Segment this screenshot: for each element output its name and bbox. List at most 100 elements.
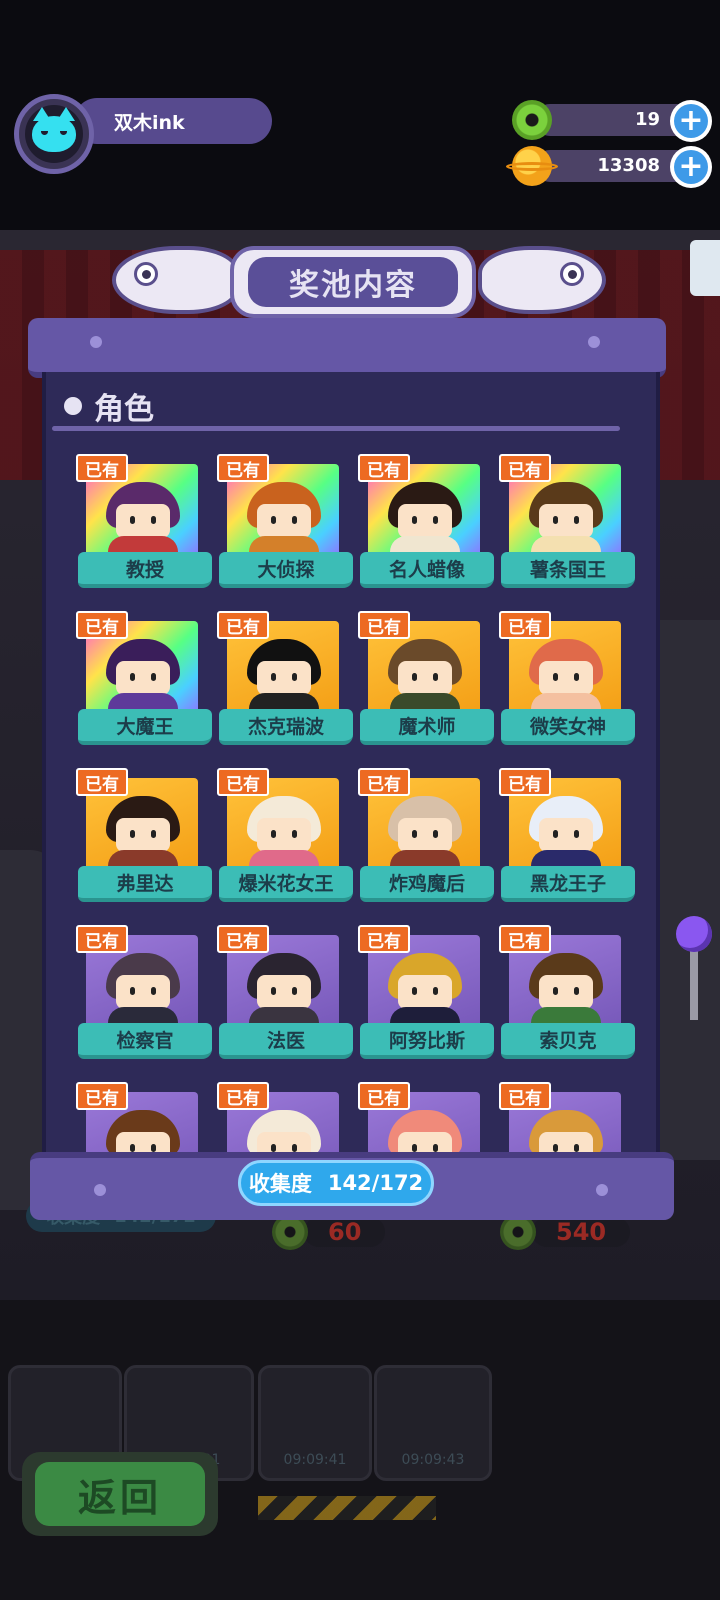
character-card[interactable]: 已有 爆米花女王 [217,766,353,906]
owned-badge: 已有 [499,1082,551,1110]
owned-badge: 已有 [499,925,551,953]
owned-badge: 已有 [76,454,128,482]
character-face [539,661,593,695]
collection-progress: 收集度 142/172 [238,1160,434,1206]
user-profile[interactable]: 双木ink [14,94,272,174]
character-card[interactable]: 已有 阿努比斯 [358,923,494,1063]
character-card[interactable]: 已有 弗里达 [76,766,212,906]
character-card[interactable]: 已有 名人蜡像 [358,452,494,592]
add-coin-button[interactable]: + [670,146,712,188]
character-name: 大魔王 [78,709,212,745]
character-face [257,661,311,695]
hazard-stripe [258,1496,436,1520]
character-face [116,504,170,538]
character-card[interactable]: 已有 检察官 [76,923,212,1063]
side-ticket-icon [690,240,720,296]
character-card[interactable]: 已有 魔术师 [358,609,494,749]
owned-badge: 已有 [358,1082,410,1110]
character-face [398,818,452,852]
character-face [257,504,311,538]
owned-badge: 已有 [217,454,269,482]
character-name: 大侦探 [219,552,353,588]
character-name: 魔术师 [360,709,494,745]
character-face [398,661,452,695]
character-name: 黑龙王子 [501,866,635,902]
panel-title: 奖池内容 [248,257,458,307]
character-card[interactable]: 已有 薯条国王 [499,452,635,592]
character-face [116,1132,170,1154]
character-card[interactable]: 已有 黑龙王子 [499,766,635,906]
section-divider [52,426,620,431]
owned-badge: 已有 [76,1082,128,1110]
character-name: 炸鸡魔后 [360,866,494,902]
character-card[interactable]: 已有 大侦探 [217,452,353,592]
character-face [539,1132,593,1154]
character-name: 阿努比斯 [360,1023,494,1059]
panel-header [28,318,666,378]
character-name: 法医 [219,1023,353,1059]
character-face [398,1132,452,1154]
character-card[interactable]: 已有 教授 [76,452,212,592]
character-card[interactable]: 已有 索贝克 [499,923,635,1063]
owned-badge: 已有 [358,454,410,482]
character-name: 教授 [78,552,212,588]
avatar[interactable] [14,94,94,174]
character-name: 检察官 [78,1023,212,1059]
background-slot-3: 09:09:41 [258,1365,372,1481]
owned-badge: 已有 [358,925,410,953]
character-card[interactable]: 已有 [358,1080,488,1154]
section-title: 角色 [64,384,154,428]
character-face [116,661,170,695]
character-face [398,504,452,538]
owned-badge: 已有 [499,454,551,482]
cyan-cat-icon [32,107,76,152]
prize-pool-scroll-area[interactable]: 角色 已有 教授 已有 大侦探 已有 名人蜡像 已有 薯条国王 已有 大魔王 已有 杰克瑞波 已有 魔术师… [42,372,660,1154]
owned-badge: 已有 [358,768,410,796]
character-card[interactable]: 已有 法医 [217,923,353,1063]
character-card[interactable]: 已有 [499,1080,629,1154]
character-card[interactable]: 已有 大魔王 [76,609,212,749]
character-card[interactable]: 已有 微笑女神 [499,609,635,749]
green-donut-icon [512,100,552,140]
owned-badge: 已有 [217,768,269,796]
character-face [539,818,593,852]
character-card[interactable]: 已有 [76,1080,206,1154]
background-slot-4: 09:09:43 [374,1365,492,1481]
back-button[interactable]: 返回 [22,1452,218,1536]
plus-icon: + [674,104,708,138]
donut-count: 19 [634,109,660,130]
character-face [116,975,170,1009]
owned-badge: 已有 [217,611,269,639]
character-name: 索贝克 [501,1023,635,1059]
character-card[interactable]: 已有 炸鸡魔后 [358,766,494,906]
character-name: 爆米花女王 [219,866,353,902]
bullet-icon [64,397,82,415]
character-card[interactable]: 已有 杰克瑞波 [217,609,353,749]
character-name: 弗里达 [78,866,212,902]
owned-badge: 已有 [499,768,551,796]
currency-planet: 13308 + [506,144,712,188]
coin-count: 13308 [597,155,660,176]
fish-decoration-left [112,246,240,314]
character-face [539,504,593,538]
character-name: 名人蜡像 [360,552,494,588]
character-face [116,818,170,852]
owned-badge: 已有 [76,925,128,953]
character-face [257,818,311,852]
owned-badge: 已有 [499,611,551,639]
owned-badge: 已有 [358,611,410,639]
character-name: 薯条国王 [501,552,635,588]
character-face [257,1132,311,1154]
machine-right-side [660,620,720,1160]
character-face [398,975,452,1009]
machine-lever-knob [676,916,712,952]
character-card[interactable]: 已有 [217,1080,347,1154]
add-donut-button[interactable]: + [670,100,712,142]
character-name: 微笑女神 [501,709,635,745]
panel-title-plaque: 奖池内容 [230,246,476,318]
owned-badge: 已有 [217,925,269,953]
character-face [539,975,593,1009]
owned-badge: 已有 [76,611,128,639]
fish-decoration-right [478,246,606,314]
owned-badge: 已有 [76,768,128,796]
